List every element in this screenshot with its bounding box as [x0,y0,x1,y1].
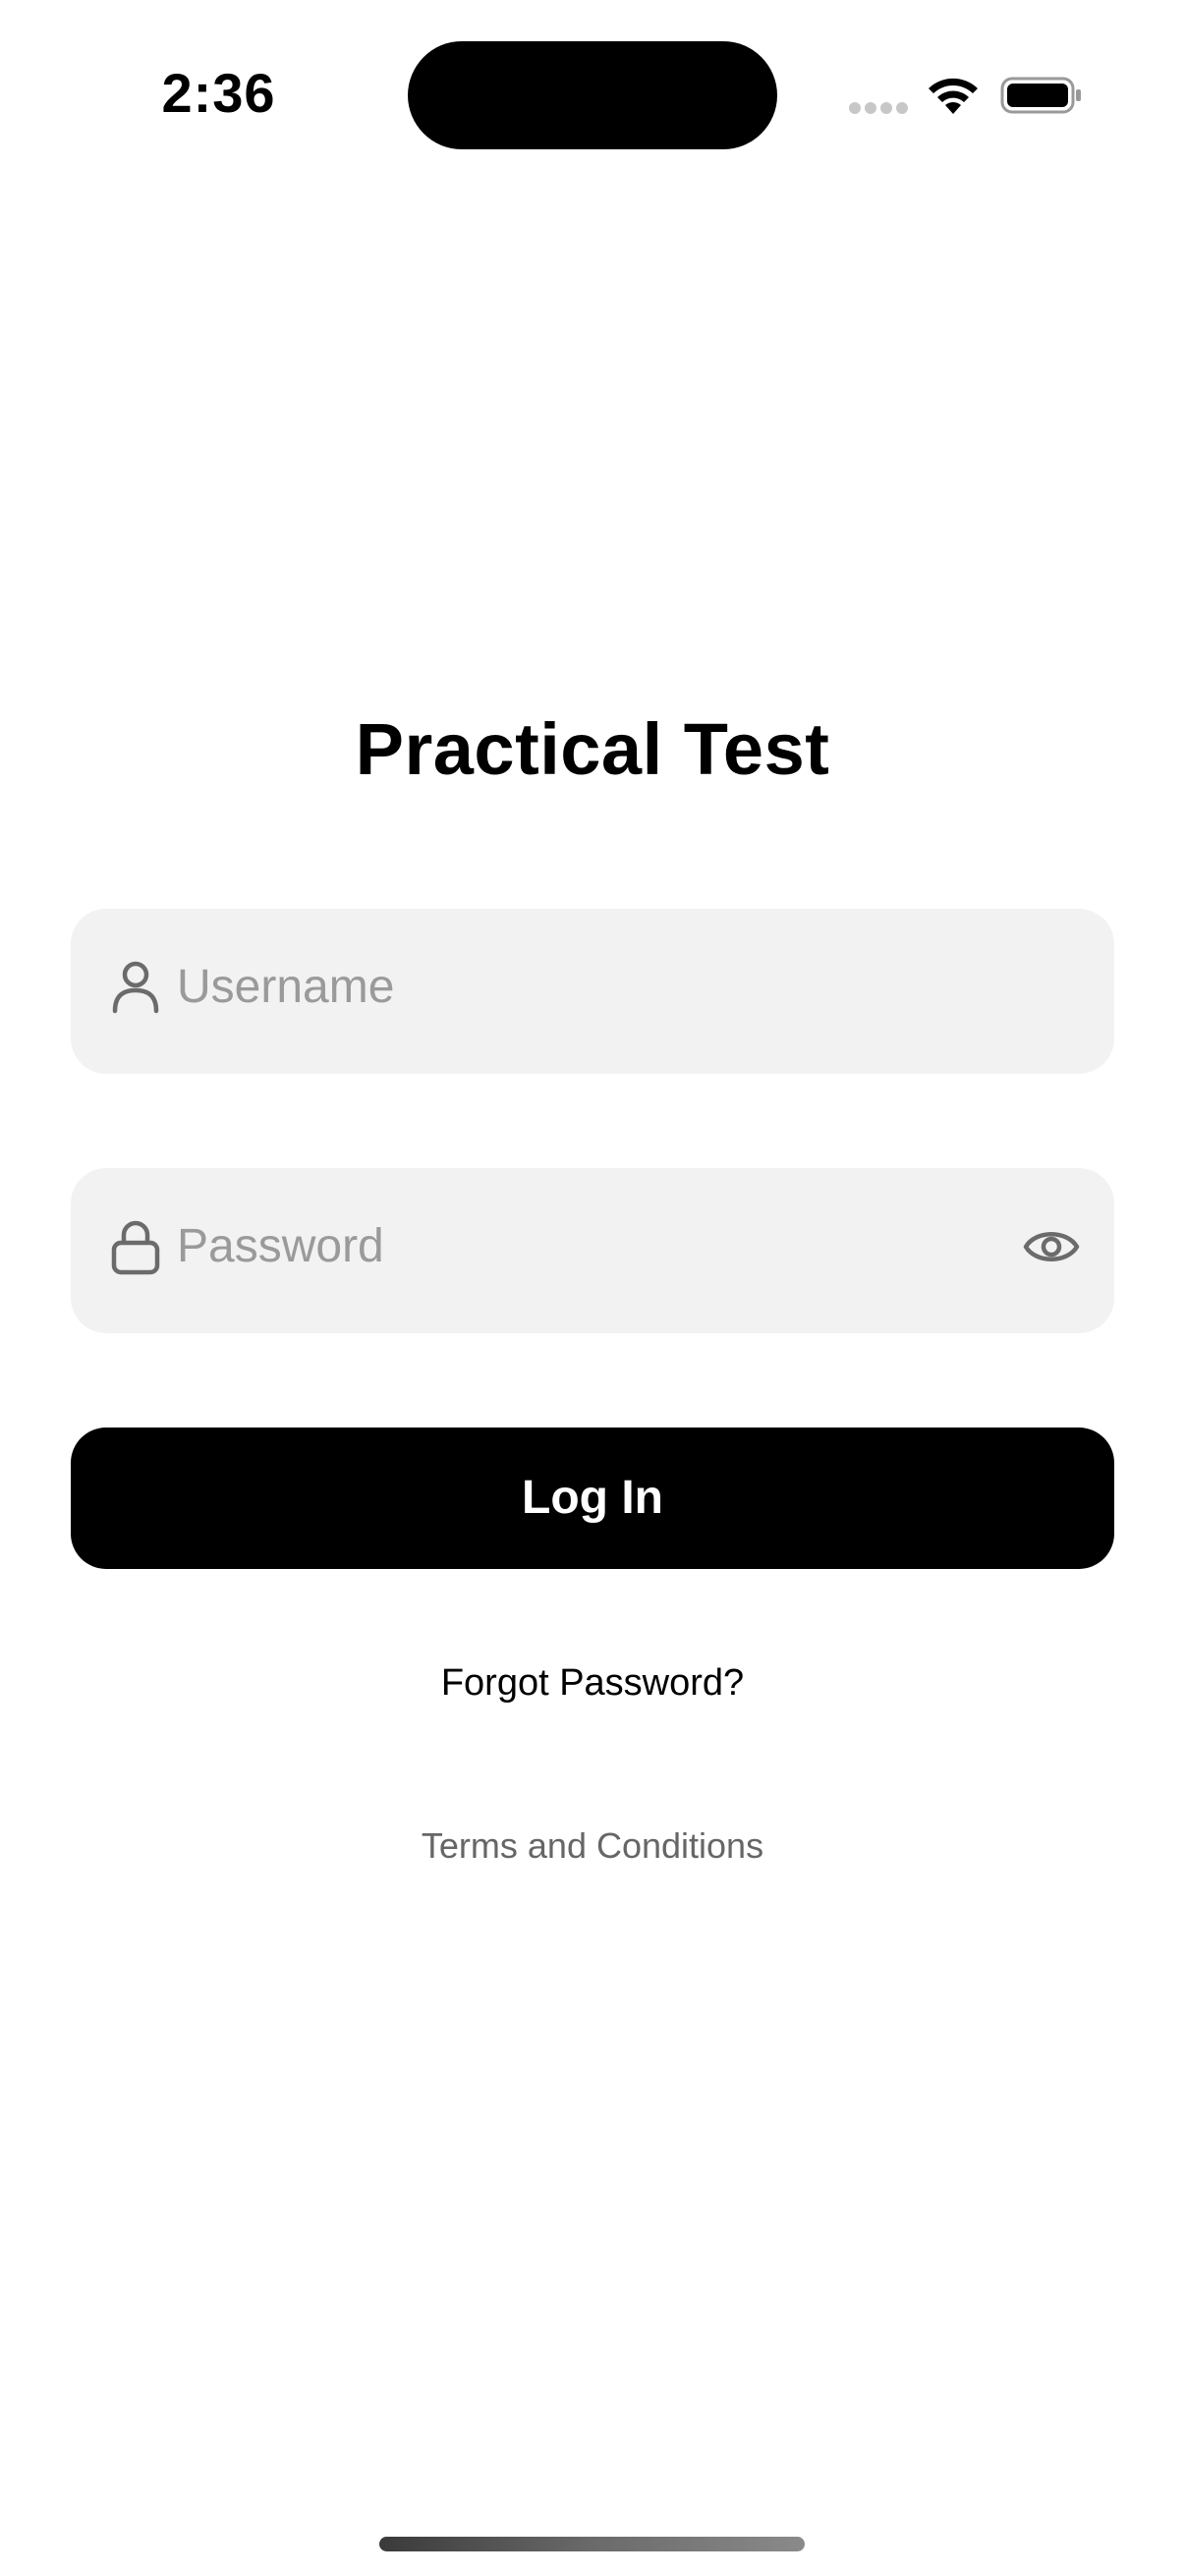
username-placeholder: Username [177,961,395,1013]
page-title: Practical Test [355,708,830,790]
terms-link[interactable]: Terms and Conditions [0,1825,1185,1867]
password-placeholder: Password [177,1220,384,1272]
wifi-icon [929,78,978,114]
person-icon [112,961,159,1014]
home-indicator[interactable] [379,2537,805,2551]
eye-icon[interactable] [1022,1221,1081,1272]
status-bar: 2:36 [0,0,1185,196]
battery-icon [1000,77,1081,114]
dynamic-island [408,41,777,149]
cellular-signal-icon [849,102,908,116]
lock-icon [111,1220,160,1275]
username-field[interactable]: Username [71,909,1114,1074]
password-field[interactable]: Password [71,1168,1114,1333]
status-time: 2:36 [161,62,276,124]
forgot-password-link[interactable]: Forgot Password? [0,1662,1185,1705]
login-button[interactable]: Log In [71,1428,1114,1569]
